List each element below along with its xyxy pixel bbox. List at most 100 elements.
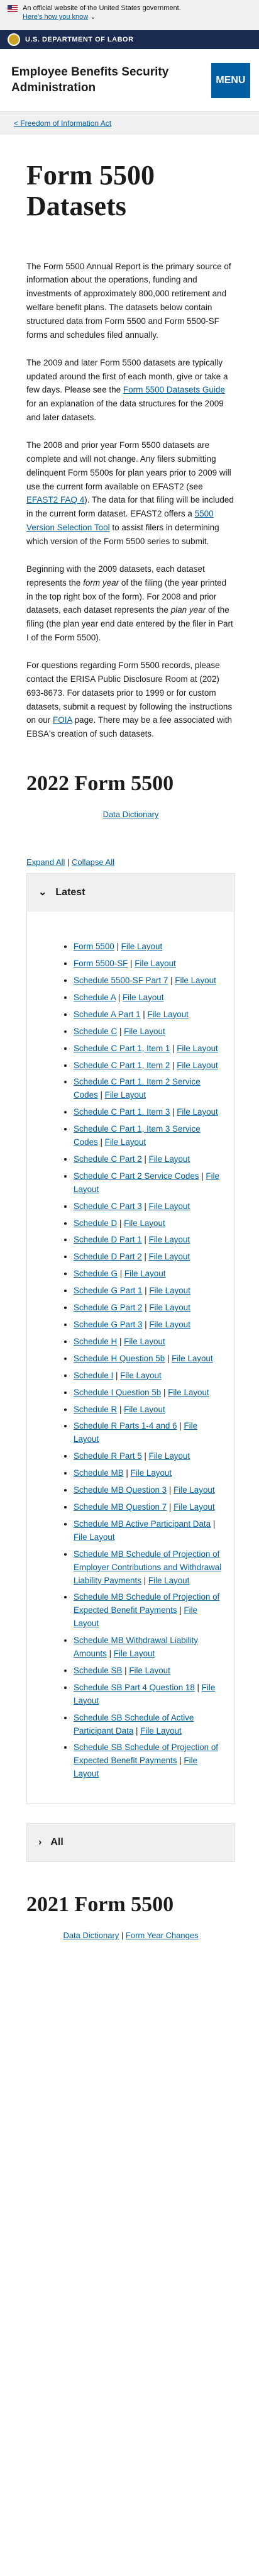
dataset-link[interactable]: Form 5500-SF: [74, 959, 128, 968]
dataset-link[interactable]: Schedule H Question 5b: [74, 1354, 165, 1363]
page-title: Form 5500 Datasets: [26, 160, 155, 222]
dataset-link[interactable]: Schedule MB Question 3: [74, 1485, 167, 1495]
data-dictionary-link-2021[interactable]: Data Dictionary: [63, 1931, 119, 1940]
update-paragraph: The 2009 and later Form 5500 datasets ar…: [26, 357, 228, 423]
file-layout-link[interactable]: File Layout: [168, 1388, 209, 1397]
dataset-list-item: Schedule MB | File Layout: [74, 1467, 223, 1480]
dataset-list-item: Schedule H | File Layout: [74, 1335, 223, 1349]
file-layout-link[interactable]: File Layout: [174, 1502, 215, 1512]
data-dictionary-link-2022[interactable]: Data Dictionary: [103, 810, 159, 819]
file-layout-link[interactable]: File Layout: [149, 1451, 190, 1461]
dataset-link[interactable]: Schedule I Question 5b: [74, 1388, 161, 1397]
dataset-list-item: Schedule C Part 3 | File Layout: [74, 1200, 223, 1213]
dataset-link[interactable]: Schedule R Parts 1-4 and 6: [74, 1421, 177, 1430]
dataset-link[interactable]: Schedule A Part 1: [74, 1010, 140, 1019]
dataset-link[interactable]: Schedule MB Question 7: [74, 1502, 167, 1512]
file-layout-link[interactable]: File Layout: [177, 1044, 218, 1053]
accordion-all-toggle[interactable]: › All: [27, 1824, 234, 1862]
accordion-latest-toggle[interactable]: ⌄ Latest: [27, 874, 234, 912]
menu-button[interactable]: MENU: [211, 62, 250, 98]
file-layout-link[interactable]: File Layout: [105, 1137, 146, 1147]
file-layout-link[interactable]: File Layout: [149, 1154, 190, 1164]
dataset-link[interactable]: Schedule D Part 1: [74, 1235, 142, 1244]
dataset-list-item: Schedule G Part 1 | File Layout: [74, 1285, 223, 1298]
dataset-link[interactable]: Schedule C Part 2 Service Codes: [74, 1171, 199, 1181]
dataset-link[interactable]: Schedule C Part 3: [74, 1202, 142, 1211]
dataset-link[interactable]: Schedule SB Part 4 Question 18: [74, 1683, 195, 1692]
file-layout-link[interactable]: File Layout: [175, 976, 216, 985]
file-layout-link[interactable]: File Layout: [149, 1286, 190, 1295]
dataset-link[interactable]: Schedule D Part 2: [74, 1252, 142, 1261]
foia-link[interactable]: FOIA: [53, 715, 72, 725]
dataset-link[interactable]: Schedule C Part 1, Item 3: [74, 1107, 170, 1117]
breadcrumb-foia-link[interactable]: < Freedom of Information Act: [14, 118, 111, 129]
collapse-all-link[interactable]: Collapse All: [72, 857, 114, 867]
dataset-link[interactable]: Schedule C Part 1, Item 1: [74, 1044, 170, 1053]
dataset-link[interactable]: Schedule MB Active Participant Data: [74, 1519, 211, 1529]
file-layout-link[interactable]: File Layout: [131, 1468, 172, 1478]
dataset-link[interactable]: Schedule G Part 2: [74, 1303, 142, 1312]
datasets-guide-link[interactable]: Form 5500 Datasets Guide: [123, 385, 225, 394]
file-layout-link[interactable]: File Layout: [105, 1090, 146, 1100]
separator: |: [122, 1665, 130, 1675]
gov-banner-text: An official website of the United States…: [23, 4, 181, 12]
dataset-link[interactable]: Schedule I: [74, 1371, 113, 1380]
dataset-link[interactable]: Schedule R Part 5: [74, 1451, 142, 1461]
dataset-link[interactable]: Form 5500: [74, 942, 114, 951]
separator: |: [123, 1468, 131, 1478]
dataset-link[interactable]: Schedule C Part 2: [74, 1154, 142, 1164]
expand-all-link[interactable]: Expand All: [26, 857, 65, 867]
file-layout-link[interactable]: File Layout: [135, 959, 176, 968]
dataset-link[interactable]: Schedule D: [74, 1218, 117, 1228]
dataset-link[interactable]: Schedule 5500-SF Part 7: [74, 976, 168, 985]
file-layout-link[interactable]: File Layout: [74, 1532, 115, 1542]
efast2-faq-link[interactable]: EFAST2 FAQ 4: [26, 495, 84, 505]
dataset-link[interactable]: Schedule SB: [74, 1666, 122, 1675]
file-layout-link[interactable]: File Layout: [124, 1027, 165, 1036]
file-layout-link[interactable]: File Layout: [149, 1252, 190, 1261]
dataset-list-item: Schedule MB Schedule of Projection of Ex…: [74, 1591, 223, 1631]
file-layout-link[interactable]: File Layout: [147, 1010, 189, 1019]
file-layout-link[interactable]: File Layout: [124, 1337, 165, 1346]
file-layout-link[interactable]: File Layout: [120, 1371, 162, 1380]
dataset-list-item: Form 5500-SF | File Layout: [74, 957, 223, 971]
file-layout-link[interactable]: File Layout: [177, 1107, 218, 1117]
dataset-link[interactable]: Schedule A: [74, 993, 116, 1002]
separator: |: [141, 1235, 149, 1245]
file-layout-link[interactable]: File Layout: [140, 1726, 182, 1736]
file-layout-link[interactable]: File Layout: [177, 1061, 218, 1070]
agency-name[interactable]: Employee Benefits Security Administratio…: [11, 65, 211, 96]
file-layout-link[interactable]: File Layout: [148, 1576, 190, 1585]
file-layout-link[interactable]: File Layout: [114, 1649, 155, 1658]
file-layout-link[interactable]: File Layout: [124, 1269, 166, 1278]
heres-how-you-know-link[interactable]: Here's how you know: [23, 13, 88, 21]
file-layout-link[interactable]: File Layout: [121, 942, 163, 951]
separator: |: [170, 1107, 177, 1117]
dataset-list-item: Schedule SB | File Layout: [74, 1664, 223, 1678]
accordion-latest: ⌄ Latest Form 5500 | File LayoutForm 550…: [26, 873, 235, 1805]
dataset-link[interactable]: Schedule G Part 1: [74, 1286, 142, 1295]
file-layout-link[interactable]: File Layout: [123, 993, 164, 1002]
file-layout-link[interactable]: File Layout: [129, 1666, 170, 1675]
dataset-link[interactable]: Schedule R: [74, 1405, 117, 1414]
dataset-link[interactable]: Schedule H: [74, 1337, 117, 1346]
accordion-all-label: All: [50, 1837, 63, 1848]
dataset-link[interactable]: Schedule MB: [74, 1468, 124, 1478]
expand-collapse-controls: Expand All | Collapse All: [26, 857, 114, 867]
file-layout-link[interactable]: File Layout: [174, 1485, 215, 1495]
dataset-link[interactable]: Schedule MB Schedule of Projection of Ex…: [74, 1592, 219, 1615]
separator: |: [117, 1218, 124, 1228]
file-layout-link[interactable]: File Layout: [149, 1303, 190, 1312]
file-layout-link[interactable]: File Layout: [124, 1218, 165, 1228]
file-layout-link[interactable]: File Layout: [149, 1202, 190, 1211]
dataset-link[interactable]: Schedule G Part 3: [74, 1320, 142, 1329]
file-layout-link[interactable]: File Layout: [124, 1405, 165, 1414]
dataset-link[interactable]: Schedule C: [74, 1027, 117, 1036]
form-year-changes-link[interactable]: Form Year Changes: [126, 1931, 199, 1940]
separator: |: [141, 1201, 149, 1211]
file-layout-link[interactable]: File Layout: [149, 1320, 190, 1329]
dataset-link[interactable]: Schedule G: [74, 1269, 118, 1278]
dataset-link[interactable]: Schedule C Part 1, Item 2: [74, 1061, 170, 1070]
file-layout-link[interactable]: File Layout: [149, 1235, 190, 1244]
file-layout-link[interactable]: File Layout: [172, 1354, 213, 1363]
